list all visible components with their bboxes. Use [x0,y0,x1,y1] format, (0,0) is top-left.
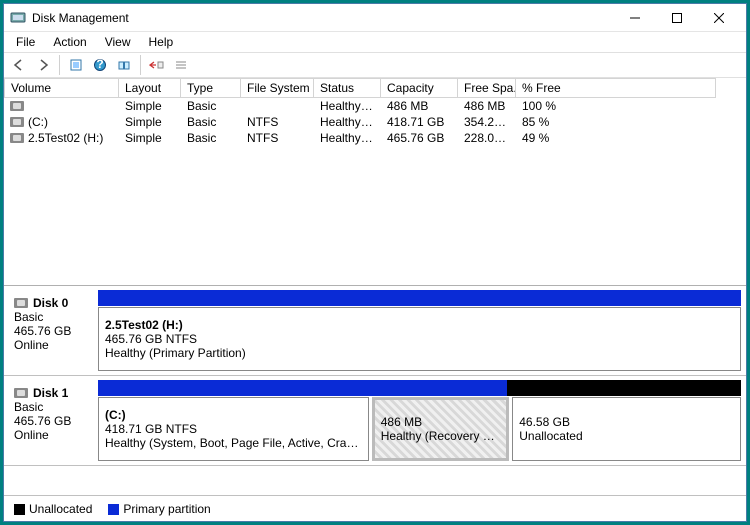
cell: 49 % [516,131,716,145]
volume-row[interactable]: SimpleBasicHealthy (R...486 MB486 MB100 … [4,98,746,114]
column-header[interactable]: Layout [119,78,181,98]
stripe-seg [98,290,741,306]
column-header[interactable]: % Free [516,78,716,98]
legend-item: Primary partition [108,502,210,516]
cell: 2.5Test02 (H:) [4,131,119,145]
list-button[interactable] [170,54,192,76]
cell: Healthy (R... [314,99,381,113]
disk-row: Disk 1Basic465.76 GBOnline(C:)418.71 GB … [4,376,746,466]
partition[interactable]: 46.58 GBUnallocated [512,397,741,461]
stripe-seg [98,380,377,396]
cell: 100 % [516,99,716,113]
column-header[interactable]: Status [314,78,381,98]
svg-text:?: ? [96,58,103,71]
partition[interactable]: 486 MBHealthy (Recovery Partition) [372,397,510,461]
cell: 354.26 GB [458,115,516,129]
column-header[interactable]: Free Spa... [458,78,516,98]
partition[interactable]: (C:)418.71 GB NTFSHealthy (System, Boot,… [98,397,369,461]
back-button[interactable] [8,54,30,76]
cell: Basic [181,131,241,145]
stripe-seg [507,380,741,396]
disk-graph-pane[interactable]: Disk 0Basic465.76 GBOnline2.5Test02 (H:)… [4,286,746,495]
cell: Healthy (P... [314,131,381,145]
action-button[interactable] [146,54,168,76]
disk-label[interactable]: Disk 0Basic465.76 GBOnline [4,290,98,371]
drive-icon [10,117,24,127]
volume-row[interactable]: (C:)SimpleBasicNTFSHealthy (S...418.71 G… [4,114,746,130]
toolbar-sep [140,55,141,75]
cell [4,101,119,111]
cell: Basic [181,99,241,113]
close-button[interactable] [698,6,740,30]
disk-label[interactable]: Disk 1Basic465.76 GBOnline [4,380,98,461]
window: Disk Management File Action View Help ? … [3,3,747,522]
volume-header: VolumeLayoutTypeFile SystemStatusCapacit… [4,78,746,98]
column-header[interactable]: Type [181,78,241,98]
menu-file[interactable]: File [8,33,43,51]
cell: Simple [119,115,181,129]
cell: NTFS [241,115,314,129]
cell: (C:) [4,115,119,129]
column-header[interactable]: Capacity [381,78,458,98]
cell: 465.76 GB [381,131,458,145]
volume-row[interactable]: 2.5Test02 (H:)SimpleBasicNTFSHealthy (P.… [4,130,746,146]
legend: Unallocated Primary partition [4,495,746,521]
toolbar: ? [4,52,746,78]
window-title: Disk Management [32,11,614,25]
disk-icon [14,298,28,308]
toolbar-sep [59,55,60,75]
titlebar[interactable]: Disk Management [4,4,746,32]
menu-view[interactable]: View [97,33,139,51]
cell: 418.71 GB [381,115,458,129]
refresh-button[interactable] [65,54,87,76]
app-icon [10,10,26,26]
menu-help[interactable]: Help [141,33,182,51]
column-header[interactable]: Volume [4,78,119,98]
drive-icon [10,133,24,143]
disk-row: Disk 0Basic465.76 GBOnline2.5Test02 (H:)… [4,286,746,376]
legend-item: Unallocated [14,502,92,516]
menu-action[interactable]: Action [45,33,94,51]
forward-button[interactable] [32,54,54,76]
column-header[interactable]: File System [241,78,314,98]
cell: Simple [119,131,181,145]
help-button[interactable]: ? [89,54,111,76]
maximize-button[interactable] [656,6,698,30]
settings-button[interactable] [113,54,135,76]
partition[interactable]: 2.5Test02 (H:)465.76 GB NTFSHealthy (Pri… [98,307,741,371]
cell: 486 MB [458,99,516,113]
stripe-seg [377,380,507,396]
menubar: File Action View Help [4,32,746,52]
minimize-button[interactable] [614,6,656,30]
cell: NTFS [241,131,314,145]
cell: Basic [181,115,241,129]
cell: 85 % [516,115,716,129]
drive-icon [10,101,24,111]
volume-list[interactable]: VolumeLayoutTypeFile SystemStatusCapacit… [4,78,746,286]
cell: Simple [119,99,181,113]
cell: 486 MB [381,99,458,113]
cell: Healthy (S... [314,115,381,129]
disk-icon [14,388,28,398]
cell: 228.02 GB [458,131,516,145]
